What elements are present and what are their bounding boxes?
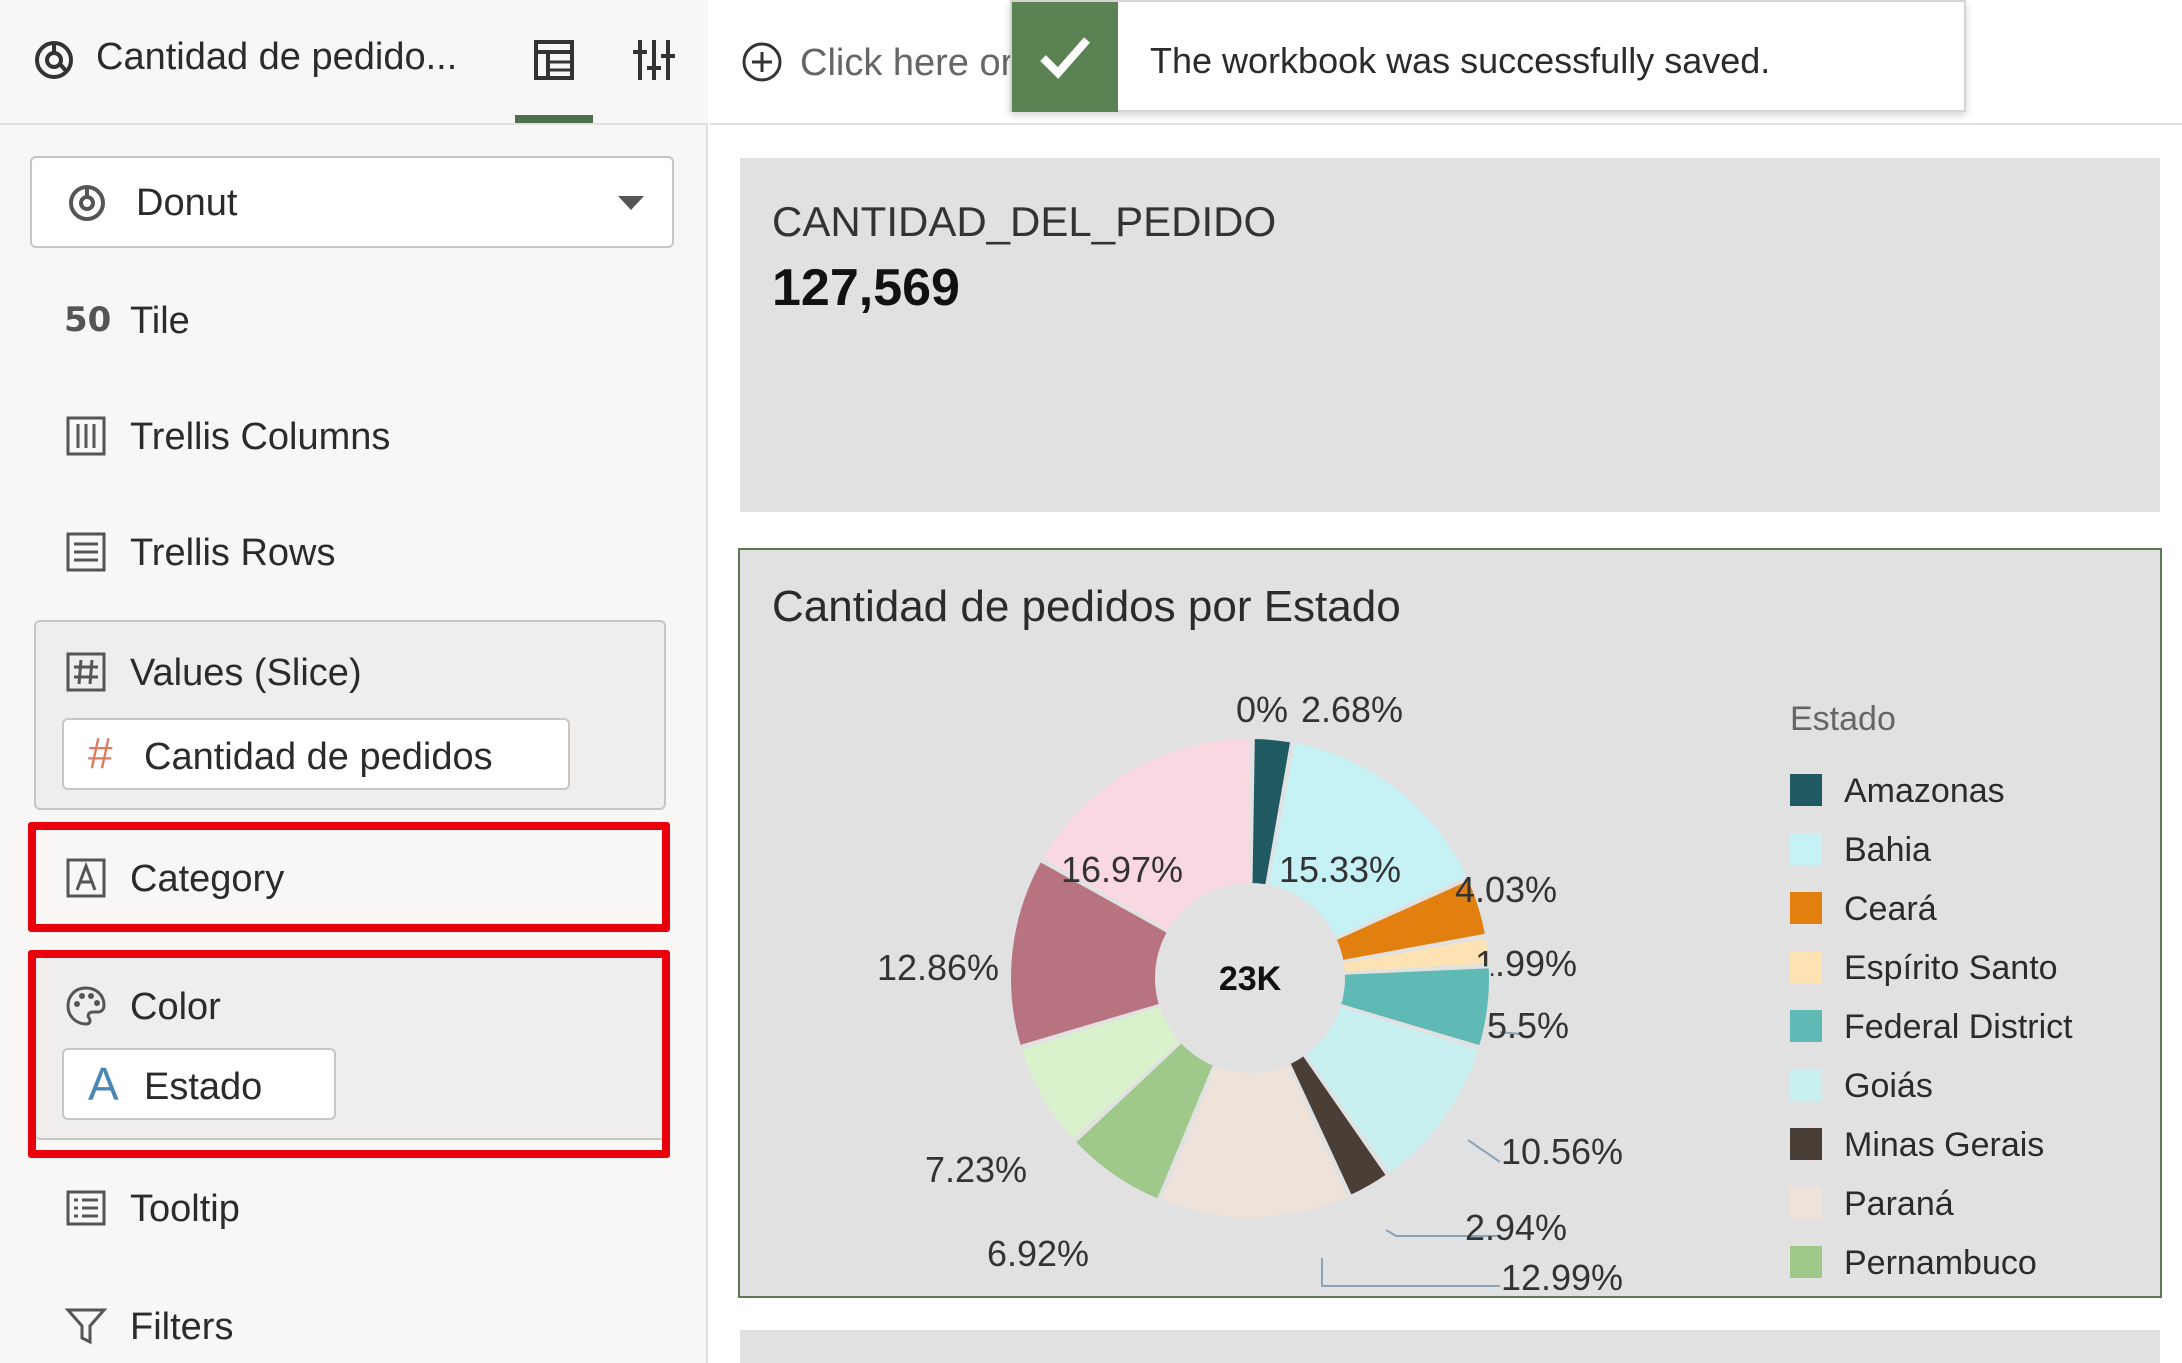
add-circle-icon[interactable] xyxy=(740,40,784,84)
chevron-down-icon xyxy=(618,196,644,210)
trellis-columns-icon xyxy=(66,416,106,456)
legend-title: Estado xyxy=(1790,700,1896,738)
palette-icon xyxy=(66,986,106,1026)
next-visualization[interactable] xyxy=(740,1330,2160,1363)
values-pill[interactable]: # Cantidad de pedidos xyxy=(62,718,570,790)
grammar-tile-label: Tile xyxy=(130,300,190,342)
color-dropzone[interactable]: Color A Estado xyxy=(34,954,666,1140)
legend-swatch xyxy=(1790,892,1822,924)
label-leader-line xyxy=(1467,1139,1501,1163)
checkmark-icon xyxy=(1040,37,1091,79)
legend-label: Federal District xyxy=(1844,1008,2073,1046)
viz-type-value: Donut xyxy=(136,182,238,224)
legend-label: Bahia xyxy=(1844,831,1931,869)
attribute-a-icon: A xyxy=(88,1058,119,1110)
slice-data-label: 4.03% xyxy=(1455,869,1557,910)
slice-data-label: 7.23% xyxy=(925,1149,1027,1190)
legend-label: Goiás xyxy=(1844,1067,1933,1105)
legend-swatch xyxy=(1790,774,1822,806)
tooltip-list-icon xyxy=(66,1190,106,1226)
toast-status xyxy=(1012,2,1118,112)
legend-label: Amazonas xyxy=(1844,772,2005,810)
attribute-a-icon xyxy=(66,858,106,898)
slice-data-label: 12.86% xyxy=(877,947,999,988)
save-toast: The workbook was successfully saved. xyxy=(1010,0,1966,112)
grammar-panel: Cantidad de pedido... Donut 50 Tile Trel… xyxy=(0,0,708,1363)
legend-label: Ceará xyxy=(1844,890,1937,928)
grammar-filters-label: Filters xyxy=(130,1306,234,1348)
grammar-tab-icon[interactable] xyxy=(530,36,578,84)
slice-data-label: 12.99% xyxy=(1501,1257,1623,1296)
donut-center-total: 23K xyxy=(1219,960,1282,998)
panel-header: Cantidad de pedido... xyxy=(0,0,708,125)
slice-data-label: 2.68% xyxy=(1301,689,1403,730)
grammar-category-label: Category xyxy=(130,858,285,900)
legend-swatch xyxy=(1790,1187,1822,1219)
tile-icon: 50 xyxy=(64,300,112,340)
legend-swatch xyxy=(1790,1010,1822,1042)
hash-grid-icon xyxy=(66,652,106,692)
tile-label: CANTIDAD_DEL_PEDIDO xyxy=(772,198,1277,245)
legend-swatch xyxy=(1790,833,1822,865)
legend-label: Paraná xyxy=(1844,1185,1954,1223)
add-visualization-hint[interactable]: Click here or xyxy=(800,42,1013,85)
donut-chart-icon xyxy=(35,41,73,79)
grammar-tooltip-label: Tooltip xyxy=(130,1188,240,1230)
properties-tab-icon[interactable] xyxy=(630,36,678,84)
legend-label: Espírito Santo xyxy=(1844,949,2058,987)
viz-title: Cantidad de pedido... xyxy=(96,36,458,78)
color-label: Color xyxy=(130,986,221,1028)
legend-label: Minas Gerais xyxy=(1844,1126,2045,1164)
color-pill-label: Estado xyxy=(144,1066,263,1108)
legend-swatch xyxy=(1790,1246,1822,1278)
number-hash-icon: # xyxy=(88,729,113,778)
highlight-category xyxy=(28,822,670,932)
color-pill[interactable]: A Estado xyxy=(62,1048,336,1120)
values-pill-label: Cantidad de pedidos xyxy=(144,736,493,778)
tile-value: 127,569 xyxy=(772,259,960,317)
slice-data-label: 15.33% xyxy=(1279,849,1401,890)
grammar-trellis-columns-label: Trellis Columns xyxy=(130,416,391,458)
grammar-trellis-rows-label: Trellis Rows xyxy=(130,532,336,574)
legend-swatch xyxy=(1790,1069,1822,1101)
label-leader-line xyxy=(1321,1258,1500,1287)
active-tab-indicator xyxy=(515,115,593,123)
chart-legend: Estado Amazonas Bahia Ceará Espírito Santo F… xyxy=(1790,700,2130,1290)
slice-data-label: 16.97% xyxy=(1061,849,1183,890)
legend-label: Pernambuco xyxy=(1844,1244,2037,1282)
donut-chart: 2.68%15.33% 4.03%1.99%5.5%10.56%2.94%12.9… xyxy=(877,689,1623,1296)
donut-visualization[interactable]: Cantidad de pedidos por Estado 2.68% 15.3… xyxy=(738,548,2162,1298)
legend-swatch xyxy=(1790,951,1822,983)
slice-data-label: 10.56% xyxy=(1501,1131,1623,1172)
trellis-rows-icon xyxy=(66,532,106,572)
viz-type-select[interactable]: Donut xyxy=(30,156,674,248)
toast-message: The workbook was successfully saved. xyxy=(1150,40,1771,81)
values-slice-dropzone[interactable]: Values (Slice) # Cantidad de pedidos xyxy=(34,620,666,810)
values-slice-label: Values (Slice) xyxy=(130,652,362,694)
donut-chart-icon xyxy=(69,185,105,221)
slice-data-label: 6.92% xyxy=(987,1233,1089,1274)
slice-data-label: 2.94% xyxy=(1465,1207,1567,1248)
filter-funnel-icon xyxy=(64,1308,108,1345)
slice-data-label: 0% xyxy=(1236,689,1288,730)
legend-swatch xyxy=(1790,1128,1822,1160)
slice-data-label: 5.5% xyxy=(1487,1005,1569,1046)
tile-visualization[interactable]: CANTIDAD_DEL_PEDIDO 127,569 xyxy=(740,158,2160,512)
